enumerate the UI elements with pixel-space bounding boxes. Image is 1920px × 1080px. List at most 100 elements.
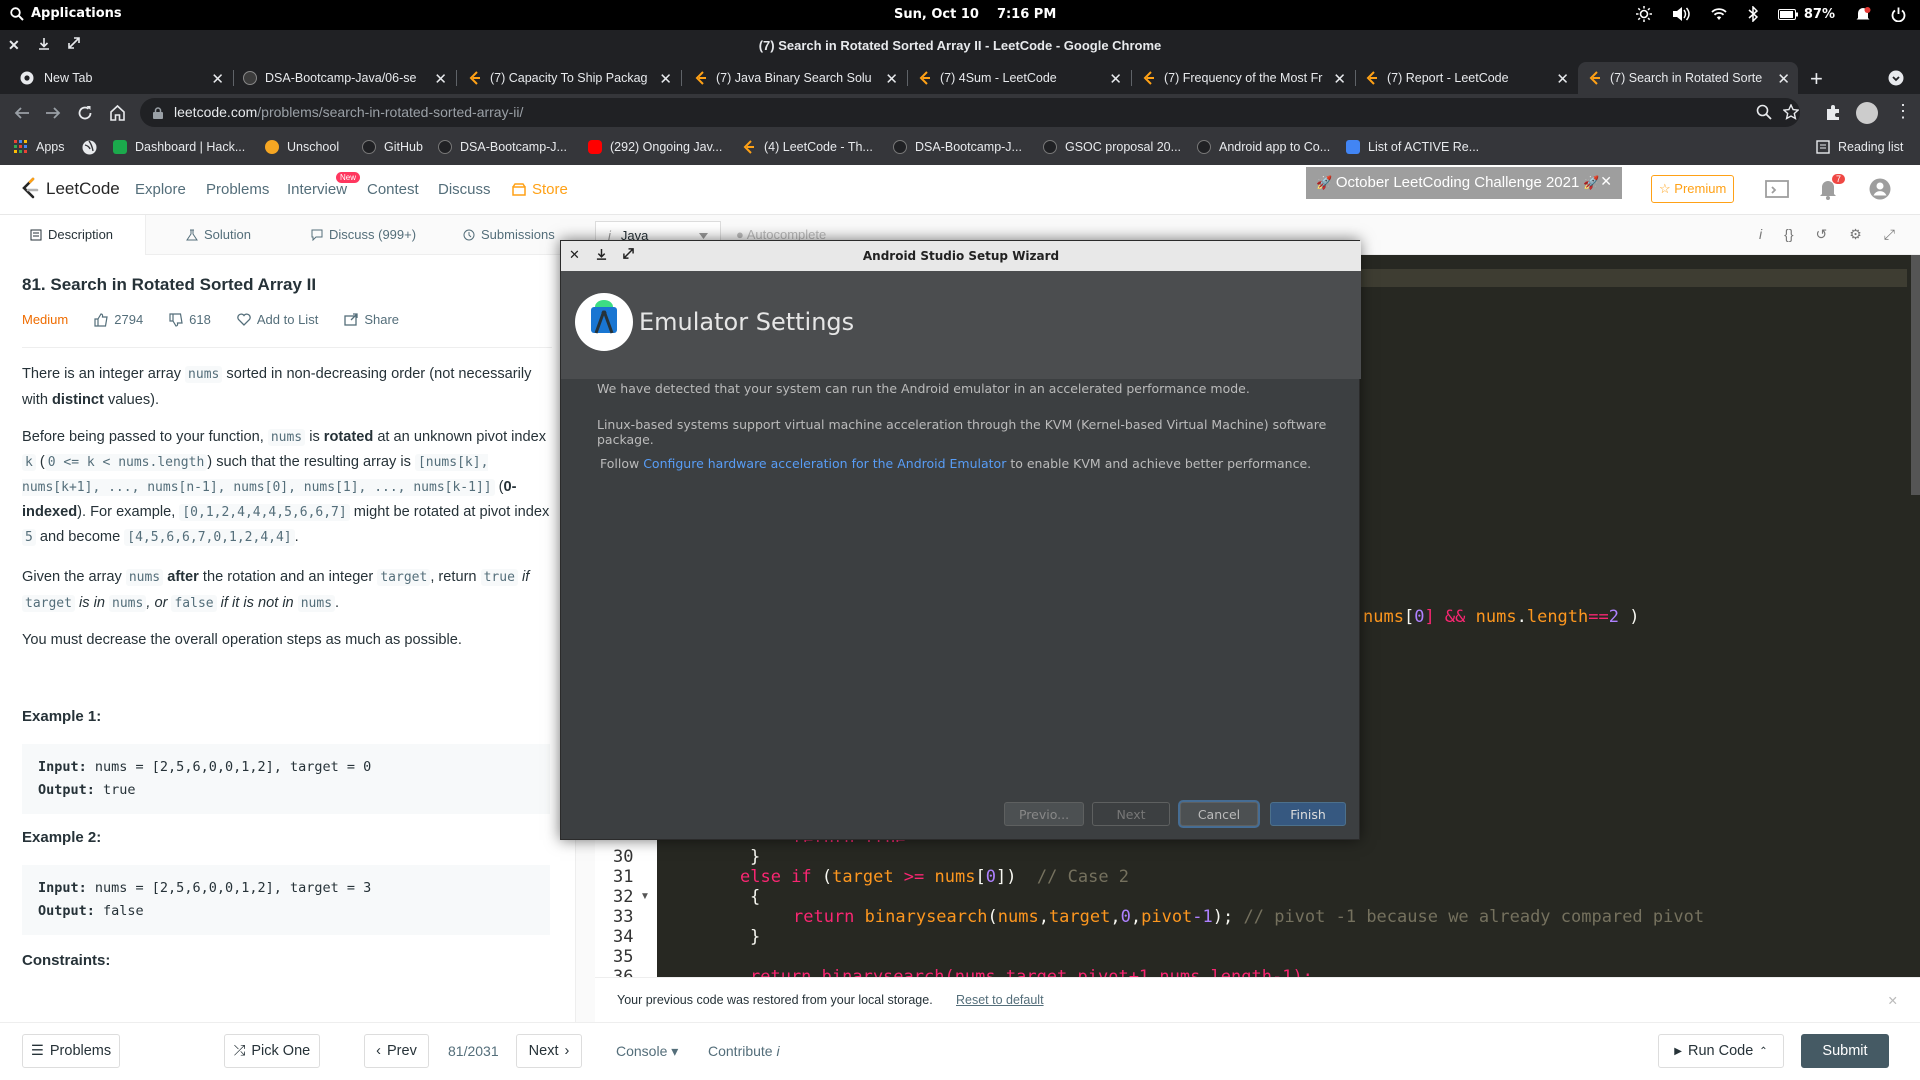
address-bar[interactable]: leetcode.com/problems/search-in-rotated-… xyxy=(140,98,1800,127)
browser-tab-active[interactable]: (7) Search in Rotated Sorte ✕ xyxy=(1578,62,1798,94)
like-button[interactable]: 2794 xyxy=(94,312,143,327)
dislike-button[interactable]: 618 xyxy=(169,312,211,327)
add-to-list-button[interactable]: Add to List xyxy=(237,312,318,327)
next-button[interactable]: Next xyxy=(1092,802,1170,826)
nav-store[interactable]: Store xyxy=(512,181,568,198)
premium-button[interactable]: ☆ Premium xyxy=(1651,175,1735,203)
chrome-menu-icon[interactable]: ⋮ xyxy=(1894,101,1912,122)
cancel-button[interactable]: Cancel xyxy=(1180,802,1258,826)
submit-button[interactable]: Submit xyxy=(1801,1034,1889,1068)
bookmark-item[interactable]: Apps xyxy=(14,140,65,154)
dialog-header: Emulator Settings xyxy=(561,271,1361,379)
close-icon[interactable]: ✕ xyxy=(1600,173,1612,190)
bookmark-item[interactable]: Unschool xyxy=(265,140,339,154)
nav-interview[interactable]: Interview xyxy=(287,181,347,198)
prev-button[interactable]: ‹ Prev xyxy=(364,1034,429,1068)
browser-tab[interactable]: (7) Capacity To Ship Packag ✕ xyxy=(468,62,672,94)
bookmark-item[interactable]: DSA-Bootcamp-J... xyxy=(438,140,567,154)
bookmark-label: DSA-Bootcamp-J... xyxy=(460,140,567,154)
tab-close-icon[interactable]: ✕ xyxy=(434,70,447,88)
reset-to-default-link[interactable]: Reset to default xyxy=(956,993,1044,1007)
bookmark-item[interactable]: List of ACTIVE Re... xyxy=(1346,140,1479,154)
code-braces-icon[interactable]: {} xyxy=(1784,226,1793,243)
tab-close-icon[interactable]: ✕ xyxy=(1333,70,1346,88)
bookmark-item[interactable]: GSOC proposal 20... xyxy=(1043,140,1181,154)
user-avatar-icon[interactable] xyxy=(1869,178,1891,200)
bookmark-item[interactable]: Android app to Co... xyxy=(1197,140,1330,154)
bookmark-item[interactable] xyxy=(82,140,97,155)
next-button[interactable]: Next › xyxy=(516,1034,582,1068)
globe-icon xyxy=(82,140,97,155)
problems-button[interactable]: ☰ Problems xyxy=(22,1034,120,1068)
system-tray[interactable]: 87% xyxy=(1635,6,1906,22)
history-icon xyxy=(463,229,475,240)
example-1-box: Input: nums = [2,5,6,0,0,1,2], target = … xyxy=(22,744,550,814)
home-icon[interactable] xyxy=(109,104,126,121)
browser-tab[interactable]: (7) Frequency of the Most Fr ✕ xyxy=(1142,62,1346,94)
back-arrow-icon[interactable] xyxy=(14,105,30,121)
bookmark-label: GSOC proposal 20... xyxy=(1065,140,1182,154)
applications-menu[interactable]: Applications xyxy=(10,6,122,21)
reset-icon[interactable]: ↺ xyxy=(1816,226,1828,243)
reload-icon[interactable] xyxy=(77,105,93,121)
code-line-fragment: nums[0] && nums.length==2 ) xyxy=(1363,607,1640,627)
playground-icon[interactable] xyxy=(1765,179,1789,201)
new-tab-button[interactable]: + xyxy=(1810,66,1823,92)
tab-discuss[interactable]: Discuss (999+) xyxy=(311,227,416,242)
forward-arrow-icon[interactable] xyxy=(45,105,61,121)
tab-label: (7) Capacity To Ship Packag xyxy=(490,71,648,85)
tab-close-icon[interactable]: ✕ xyxy=(885,70,898,88)
bookmark-item[interactable]: (292) Ongoing Jav... xyxy=(588,140,722,154)
clock[interactable]: Sun, Oct 10 7:16 PM xyxy=(894,7,1074,22)
tab-description[interactable]: Description xyxy=(30,227,113,242)
browser-tab[interactable]: DSA-Bootcamp-Java/06-se ✕ xyxy=(243,62,447,94)
url-host: leetcode.com xyxy=(174,104,258,120)
tab-close-icon[interactable]: ✕ xyxy=(1109,70,1122,88)
kvm-help-link[interactable]: Configure hardware acceleration for the … xyxy=(643,456,1006,471)
bookmark-item[interactable]: Dashboard | Hack... xyxy=(113,140,245,154)
console-button[interactable]: Console ▾ xyxy=(616,1043,678,1060)
close-icon[interactable]: ✕ xyxy=(1888,993,1898,1008)
zoom-icon[interactable] xyxy=(1756,104,1772,120)
reading-list-button[interactable]: Reading list xyxy=(1816,140,1903,154)
tab-search-icon[interactable] xyxy=(1888,70,1904,86)
store-icon xyxy=(512,183,526,196)
finish-button[interactable]: Finish xyxy=(1270,802,1346,826)
profile-avatar[interactable] xyxy=(1856,102,1878,124)
settings-icon[interactable]: ⚙ xyxy=(1849,226,1862,243)
nav-discuss[interactable]: Discuss xyxy=(438,181,491,198)
run-code-button[interactable]: ▶ Run Code ⌃ xyxy=(1658,1034,1784,1068)
challenge-banner[interactable]: 🚀 October LeetCoding Challenge 2021 🚀 ✕ xyxy=(1306,167,1622,199)
browser-tab[interactable]: (7) Java Binary Search Solu ✕ xyxy=(694,62,898,94)
browser-tab[interactable]: (7) 4Sum - LeetCode ✕ xyxy=(918,62,1122,94)
tab-solution[interactable]: Solution xyxy=(186,227,251,242)
browser-tab[interactable]: (7) Report - LeetCode ✕ xyxy=(1365,62,1569,94)
editor-scrollbar[interactable] xyxy=(1911,255,1920,495)
nav-contest[interactable]: Contest xyxy=(367,181,419,198)
previous-button[interactable]: Previo... xyxy=(1004,802,1084,826)
tab-close-icon[interactable]: ✕ xyxy=(211,70,224,88)
pick-one-button[interactable]: ⤮ Pick One xyxy=(224,1034,320,1068)
contribute-button[interactable]: Contribute i xyxy=(708,1043,780,1059)
dialog-heading: Emulator Settings xyxy=(639,308,855,336)
bookmark-item[interactable]: GitHub xyxy=(362,140,423,154)
bookmark-label: Android app to Co... xyxy=(1219,140,1331,154)
fullscreen-icon[interactable]: ⤢ xyxy=(1884,226,1895,243)
tab-close-icon[interactable]: ✕ xyxy=(1556,70,1569,88)
tab-submissions[interactable]: Submissions xyxy=(463,227,555,242)
hackerrank-icon xyxy=(113,140,127,154)
bookmark-star-icon[interactable] xyxy=(1783,104,1799,120)
leetcode-logo[interactable]: LeetCode xyxy=(20,177,120,201)
share-button[interactable]: Share xyxy=(344,312,399,327)
tab-close-icon[interactable]: ✕ xyxy=(659,70,672,88)
nav-problems[interactable]: Problems xyxy=(206,181,269,198)
time-label: 7:16 PM xyxy=(996,7,1057,22)
nav-explore[interactable]: Explore xyxy=(135,181,186,198)
bookmark-item[interactable]: (4) LeetCode - Th... xyxy=(742,140,873,154)
tab-close-icon[interactable]: ✕ xyxy=(1777,70,1790,88)
bookmark-item[interactable]: DSA-Bootcamp-J... xyxy=(893,140,1022,154)
browser-tab[interactable]: New Tab ✕ xyxy=(20,62,224,94)
premium-label: Premium xyxy=(1674,181,1727,196)
extensions-puzzle-icon[interactable] xyxy=(1825,104,1842,121)
info-icon[interactable]: i xyxy=(1759,226,1762,243)
